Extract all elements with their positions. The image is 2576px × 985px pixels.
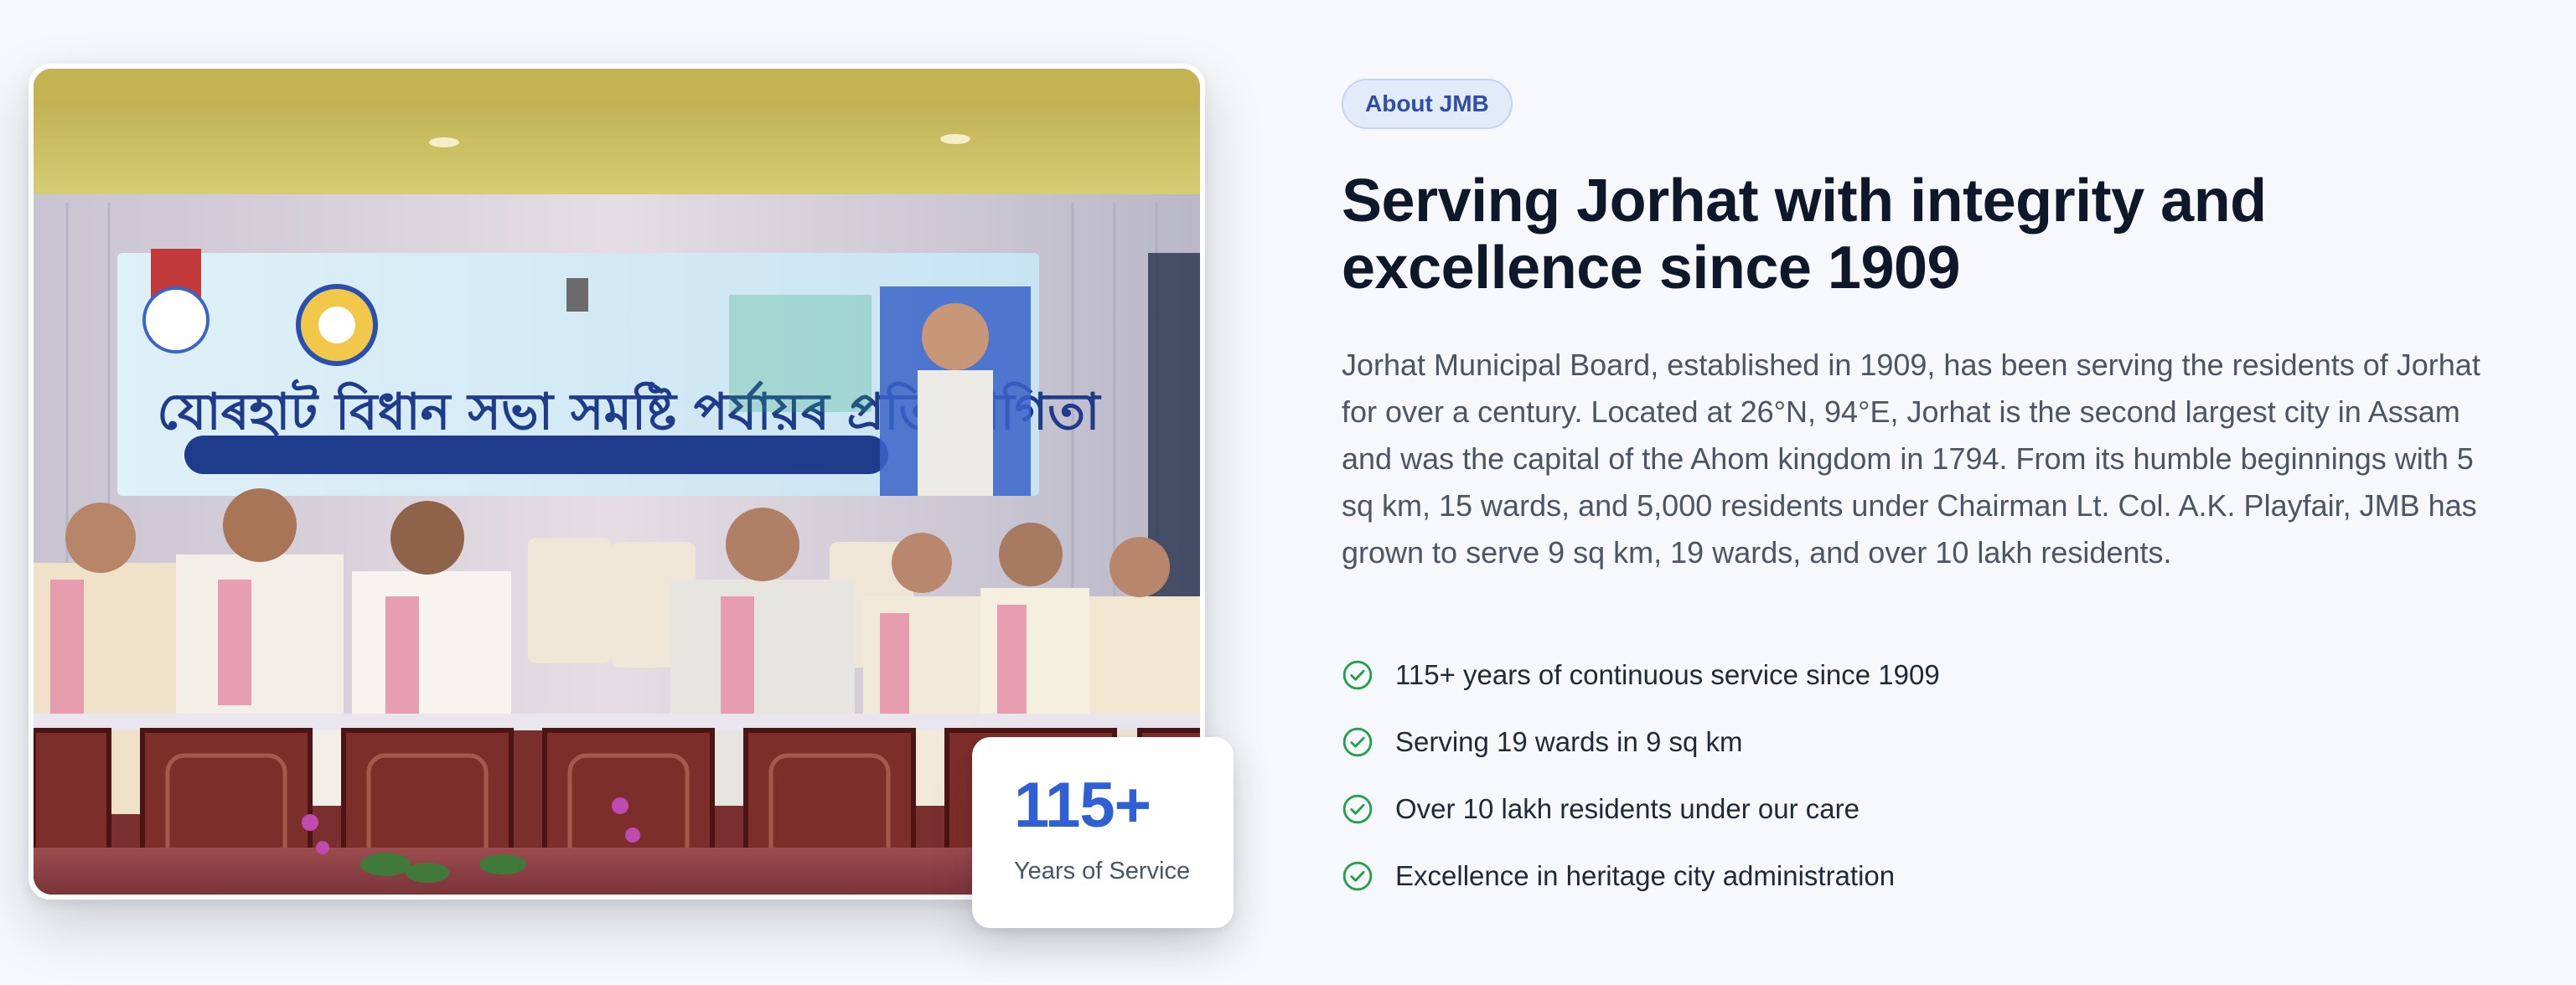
years-of-service-card: 115+ Years of Service xyxy=(972,737,1234,928)
highlight-text: Excellence in heritage city administrati… xyxy=(1395,860,1896,891)
highlight-item: 115+ years of continuous service since 1… xyxy=(1342,642,1940,709)
check-circle-icon xyxy=(1342,794,1373,824)
about-headline: Serving Jorhat with integrity and excell… xyxy=(1342,168,2267,302)
highlight-text: Serving 19 wards in 9 sq km xyxy=(1395,726,1743,757)
years-of-service-value: 115+ xyxy=(1014,770,1151,841)
highlight-item: Serving 19 wards in 9 sq km xyxy=(1342,709,1940,776)
check-circle-icon xyxy=(1342,861,1373,891)
highlight-text: Over 10 lakh residents under our care xyxy=(1395,793,1860,824)
highlight-item: Over 10 lakh residents under our care xyxy=(1342,776,1940,843)
highlights-list: 115+ years of continuous service since 1… xyxy=(1342,642,1940,910)
years-of-service-label: Years of Service xyxy=(1014,858,1191,884)
check-circle-icon xyxy=(1342,660,1373,690)
about-description: Jorhat Municipal Board, established in 1… xyxy=(1342,348,2480,570)
about-badge: About JMB xyxy=(1342,79,1513,129)
check-circle-icon xyxy=(1342,727,1373,757)
highlight-text: 115+ years of continuous service since 1… xyxy=(1395,659,1940,690)
highlight-item: Excellence in heritage city administrati… xyxy=(1342,843,1940,910)
